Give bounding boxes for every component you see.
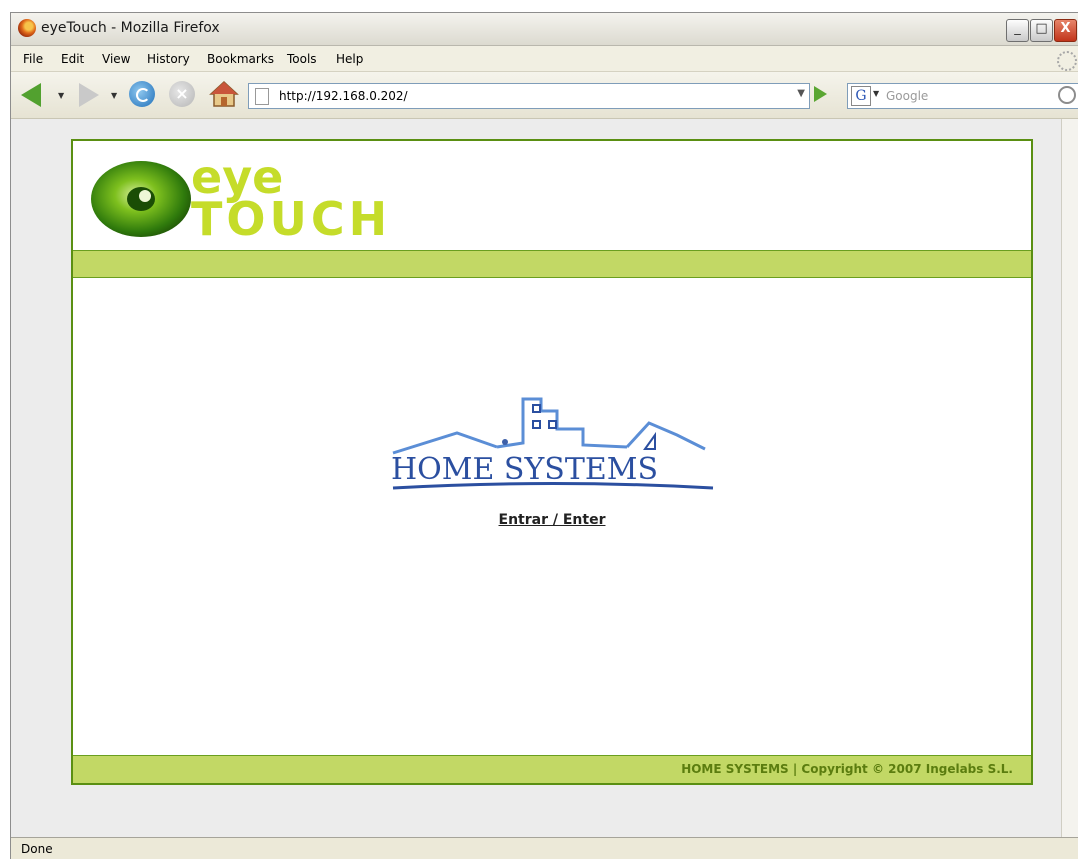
menu-edit[interactable]: Edit (61, 52, 84, 66)
url-dropdown-icon[interactable]: ▼ (797, 88, 805, 99)
vertical-scrollbar[interactable] (1061, 119, 1078, 837)
search-engine-icon[interactable]: G (851, 86, 871, 106)
go-icon[interactable] (814, 86, 827, 102)
forward-dropdown-icon[interactable]: ▼ (111, 91, 117, 100)
close-button[interactable]: X (1054, 19, 1077, 42)
status-text: Done (21, 842, 53, 856)
search-input[interactable]: Google (886, 89, 928, 103)
search-box[interactable]: G ▼ Google (847, 83, 1078, 109)
menu-tools[interactable]: Tools (287, 52, 317, 66)
logo-line-touch: TOUCH (191, 192, 391, 246)
menu-bar: File Edit View History Bookmarks Tools H… (11, 46, 1078, 72)
browser-window: eyeTouch - Mozilla Firefox _ □ X File Ed… (10, 12, 1078, 859)
menu-bookmarks[interactable]: Bookmarks (207, 52, 274, 66)
minimize-icon: _ (1014, 21, 1021, 36)
page-viewport: eye TOUCH HOME SYSTEMS Entrar / Enter HO… (11, 119, 1061, 837)
menu-history[interactable]: History (147, 52, 190, 66)
title-bar: eyeTouch - Mozilla Firefox _ □ X (11, 13, 1078, 46)
enter-link[interactable]: Entrar / Enter (73, 512, 1031, 528)
back-icon[interactable] (21, 83, 41, 107)
site-header: eye TOUCH (73, 141, 1031, 250)
search-engine-dropdown-icon[interactable]: ▼ (873, 89, 879, 98)
maximize-button[interactable]: □ (1030, 19, 1053, 42)
firefox-icon (18, 19, 36, 37)
back-dropdown-icon[interactable]: ▼ (58, 91, 64, 100)
header-green-bar (73, 250, 1031, 278)
search-magnifier-icon[interactable] (1058, 86, 1076, 104)
reload-icon[interactable] (129, 81, 155, 107)
home-icon[interactable] (209, 80, 239, 108)
navigation-toolbar: ▼ ▼ × http://192.168.0.202/ ▼ G ▼ Google (11, 72, 1078, 119)
maximize-icon: □ (1035, 21, 1048, 36)
close-icon: X (1060, 21, 1071, 36)
url-text[interactable]: http://192.168.0.202/ (279, 89, 408, 103)
site-frame: eye TOUCH HOME SYSTEMS Entrar / Enter HO… (71, 139, 1033, 785)
throbber-icon (1057, 51, 1077, 71)
home-systems-logo: HOME SYSTEMS (391, 397, 714, 490)
home-systems-text: HOME SYSTEMS (391, 452, 658, 487)
stop-icon[interactable]: × (169, 81, 195, 107)
menu-file[interactable]: File (23, 52, 43, 66)
window-title: eyeTouch - Mozilla Firefox (41, 20, 220, 36)
eyetouch-logo[interactable]: eye TOUCH (73, 141, 473, 250)
footer-copyright: HOME SYSTEMS | Copyright © 2007 Ingelabs… (681, 762, 1013, 776)
address-bar[interactable]: http://192.168.0.202/ ▼ (248, 83, 810, 109)
site-footer: HOME SYSTEMS | Copyright © 2007 Ingelabs… (73, 755, 1031, 783)
forward-icon[interactable] (79, 83, 99, 107)
minimize-button[interactable]: _ (1006, 19, 1029, 42)
menu-view[interactable]: View (102, 52, 130, 66)
page-icon (255, 88, 269, 105)
menu-help[interactable]: Help (336, 52, 363, 66)
status-bar: Done (11, 837, 1078, 859)
